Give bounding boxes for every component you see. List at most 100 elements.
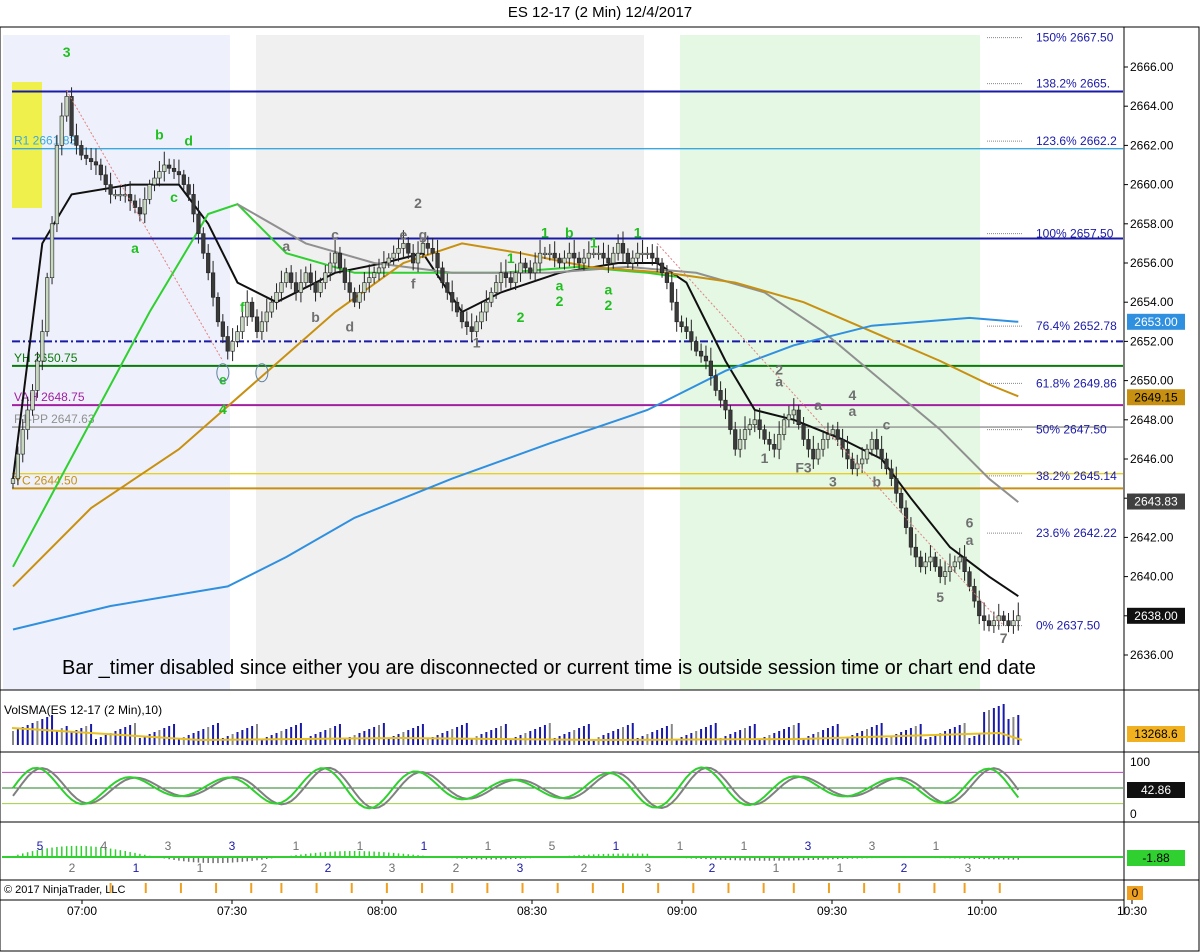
wave-label: 1 — [761, 450, 769, 466]
candle-body — [171, 167, 177, 172]
candle-body — [635, 252, 640, 259]
histogram-count-label: 3 — [805, 839, 812, 853]
wave-label: e — [219, 372, 227, 388]
midday-shade — [256, 35, 644, 690]
fib-label: 76.4% 2652.78 — [1036, 319, 1117, 333]
x-tick-label: 07:00 — [67, 904, 97, 918]
histogram-count-label: 3 — [389, 861, 396, 875]
candle-body — [289, 272, 294, 283]
candle-body — [772, 443, 777, 450]
candle-body — [415, 252, 421, 264]
candle-body — [303, 272, 308, 283]
wave-label: a — [814, 397, 822, 413]
wave-label: a — [556, 277, 564, 293]
candle-body — [308, 272, 313, 283]
y-tick-label: 2650.00 — [1130, 374, 1174, 388]
candle-body — [391, 252, 396, 259]
fib-label: 150% 2667.50 — [1036, 31, 1114, 45]
afternoon-shade — [680, 35, 980, 690]
candle-body — [201, 233, 206, 254]
candle-body — [494, 282, 499, 293]
candle-body — [879, 448, 884, 460]
y-tick-label: 2642.00 — [1130, 530, 1174, 544]
candle-body — [318, 282, 323, 293]
histogram-count-label: 3 — [517, 861, 524, 875]
wave-label: d — [345, 319, 354, 335]
candle-body — [118, 194, 123, 197]
histogram-count-label: 1 — [741, 839, 748, 853]
candle-body — [79, 145, 84, 156]
candle-body — [328, 262, 333, 274]
histogram-count-label: 5 — [37, 839, 44, 853]
chart-window: ES 12-17 (2 Min) 12/4/2017 R1 2661.83 YH … — [0, 0, 1200, 952]
x-tick-label: 08:00 — [367, 904, 397, 918]
level-label: YH 2650.75 — [14, 351, 78, 365]
wave-label: 1 — [541, 225, 549, 241]
candle-body — [142, 199, 147, 215]
candle-body — [928, 556, 933, 563]
candle-body — [938, 566, 943, 577]
candle-body — [533, 262, 538, 274]
candle-body — [64, 96, 69, 117]
candle-body — [630, 257, 635, 264]
wave-label: c — [331, 226, 339, 242]
candle-body — [528, 267, 533, 274]
candle-body — [88, 158, 94, 163]
candle-body — [440, 267, 445, 283]
candle-body — [113, 194, 118, 197]
osc-tick-label: 0 — [1130, 807, 1137, 821]
candle-body — [689, 331, 694, 342]
candle-body — [357, 292, 362, 303]
candle-body — [259, 321, 264, 332]
candle-body — [723, 399, 728, 411]
bar-timer-message: Bar _timer disabled since either you are… — [62, 657, 1036, 679]
candle-body — [284, 272, 289, 283]
wave-label: 1 — [634, 225, 642, 241]
candle-body — [313, 282, 318, 293]
candle-body — [323, 272, 328, 283]
wave-label: 2 — [517, 309, 525, 325]
candle-body — [49, 223, 55, 279]
fib-label: 138.2% 2665. — [1036, 77, 1110, 91]
candle-body — [474, 321, 479, 332]
histogram-count-label: 1 — [933, 839, 940, 853]
candle-body — [908, 527, 914, 548]
x-tick-label: 09:30 — [817, 904, 847, 918]
osc-tag-text: 42.86 — [1141, 783, 1171, 797]
wave-label: b — [872, 473, 881, 489]
candle-body — [1016, 615, 1021, 621]
wave-label: c — [883, 417, 891, 433]
histogram-count-label: 1 — [485, 839, 492, 853]
histogram-count-label: 1 — [773, 861, 780, 875]
candle-body — [386, 257, 391, 264]
candle-body — [225, 336, 230, 352]
chart-canvas[interactable]: R1 2661.83YH 2650.75VAH 2648.75F1-PP 264… — [0, 0, 1200, 952]
histogram-count-label: 4 — [101, 839, 108, 853]
candle-body — [98, 164, 103, 176]
candle-body — [918, 556, 923, 568]
candle-body — [250, 301, 255, 318]
candle-body — [669, 282, 674, 303]
candle-body — [137, 207, 142, 215]
histogram-count-label: 1 — [613, 839, 620, 853]
candle-body — [967, 571, 972, 587]
candle-body — [128, 194, 133, 202]
candle-body — [347, 282, 352, 293]
y-tick-label: 2640.00 — [1130, 570, 1174, 584]
candle-body — [1006, 620, 1011, 626]
candle-body — [860, 458, 865, 465]
candle-body — [503, 272, 508, 278]
candle-body — [679, 321, 684, 327]
histogram-count-label: 1 — [197, 861, 204, 875]
histogram-count-label: 2 — [709, 861, 716, 875]
candle-body — [547, 252, 552, 255]
y-tick-label: 2664.00 — [1130, 99, 1174, 113]
candle-body — [152, 177, 157, 185]
candle-body — [332, 252, 338, 264]
y-tick-label: 2662.00 — [1130, 138, 1174, 152]
candle-body — [606, 257, 611, 264]
y-tick-label: 2658.00 — [1130, 217, 1174, 231]
candle-body — [733, 429, 738, 450]
candle-body — [1011, 620, 1016, 626]
candle-body — [274, 292, 279, 303]
